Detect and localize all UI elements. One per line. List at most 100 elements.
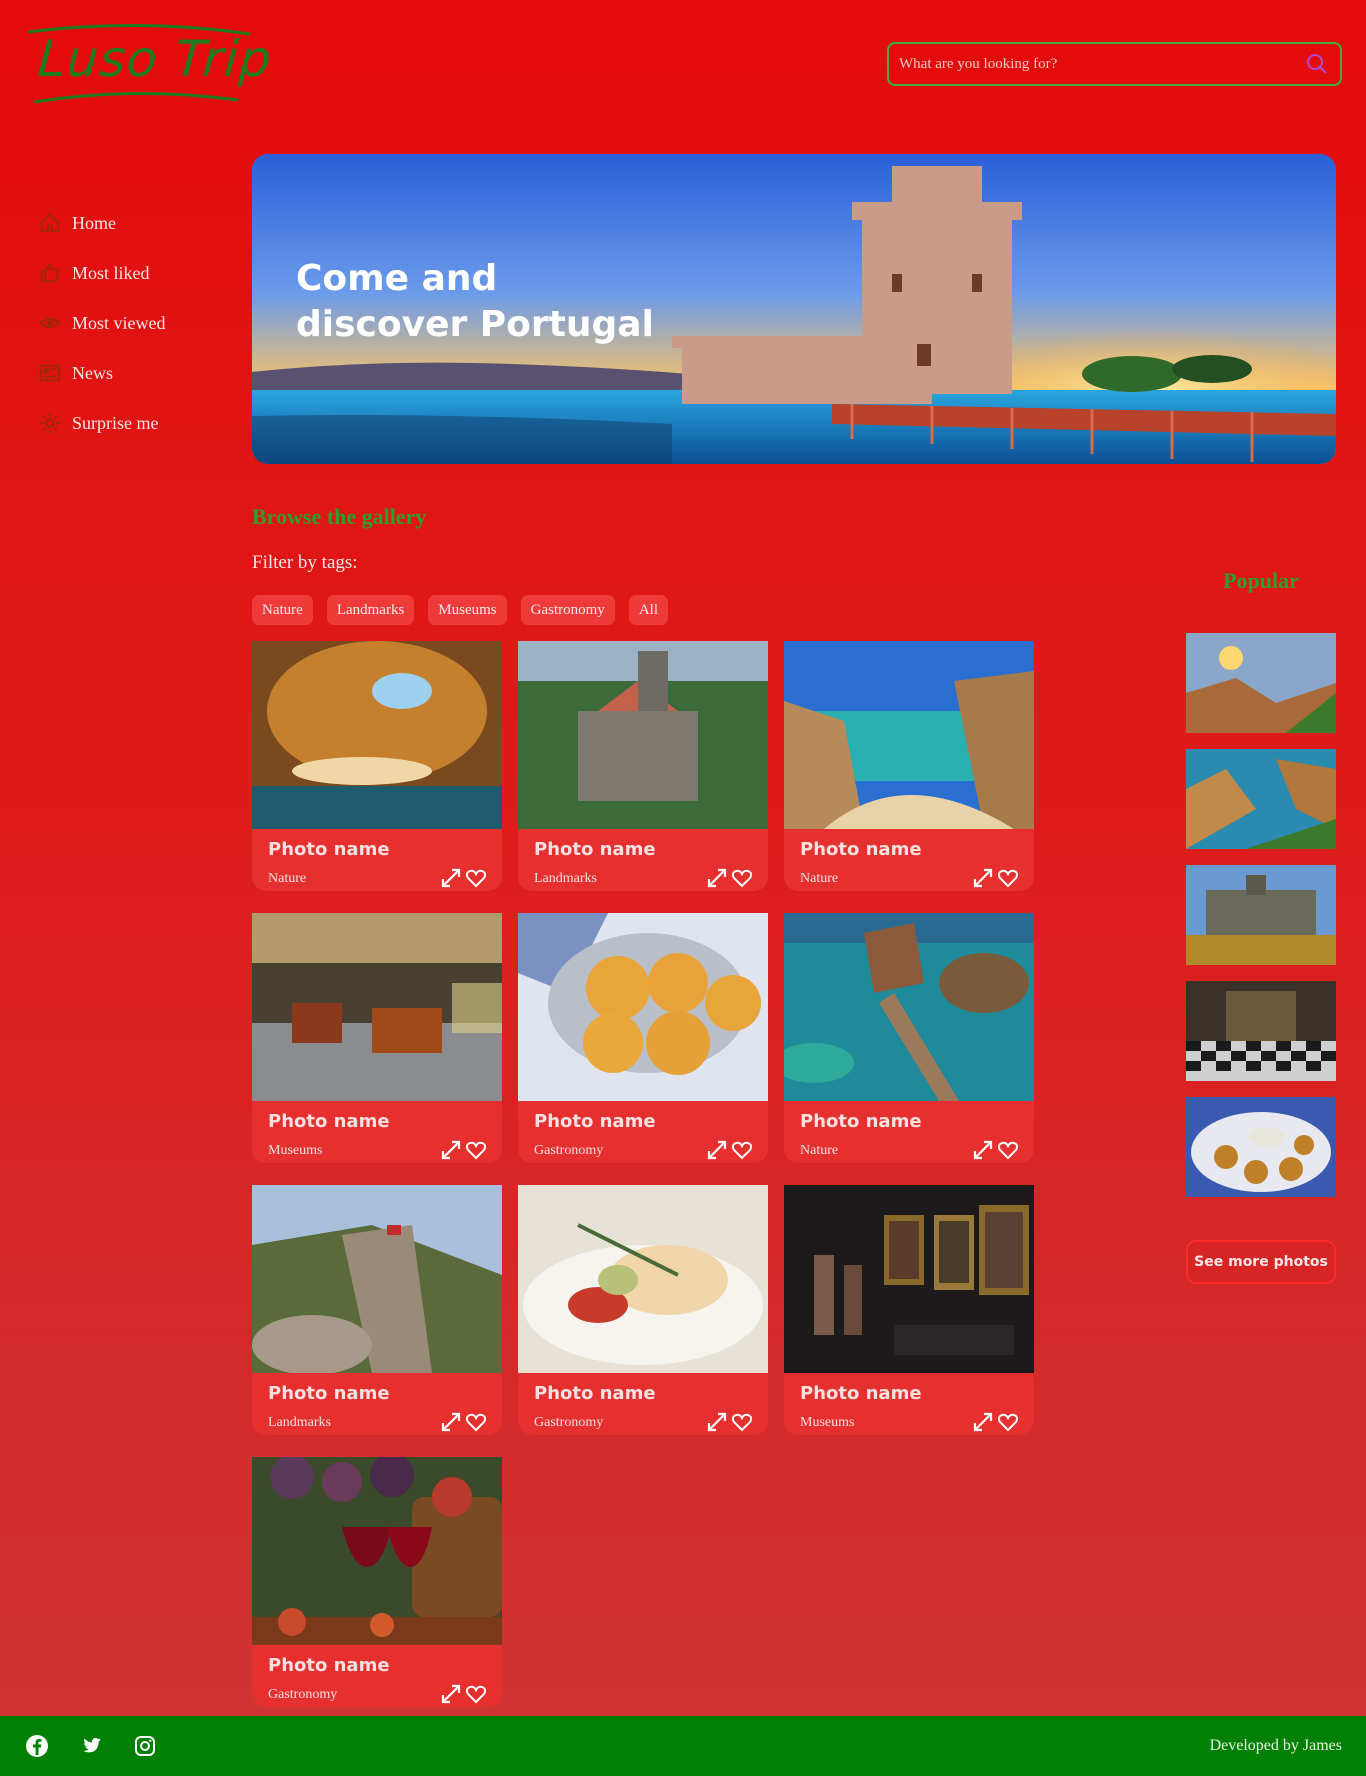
see-more-photos-button[interactable]: See more photos (1186, 1240, 1336, 1284)
logo[interactable]: Luso Trip (24, 20, 274, 110)
expand-icon[interactable] (972, 1411, 994, 1433)
logo-text: Luso Trip (35, 30, 274, 88)
nav-item-surprise-me[interactable]: Surprise me (38, 398, 166, 448)
heart-icon[interactable] (997, 1411, 1019, 1433)
heart-icon[interactable] (465, 1411, 487, 1433)
gallery-title: Browse the gallery (252, 504, 427, 529)
search-icon[interactable] (1304, 51, 1330, 77)
expand-icon[interactable] (706, 1139, 728, 1161)
heart-icon[interactable] (465, 1683, 487, 1705)
photo-card[interactable]: Photo name Gastronomy (518, 1185, 768, 1435)
photo-thumbnail[interactable] (784, 641, 1034, 829)
photo-thumbnail[interactable] (252, 1185, 502, 1373)
photo-card[interactable]: Photo name Gastronomy (518, 913, 768, 1163)
popular-photo[interactable] (1186, 749, 1336, 849)
photo-name: Photo name (534, 1383, 656, 1404)
nav-item-news[interactable]: News (38, 348, 166, 398)
developer-credit: Developed by James (1209, 1737, 1342, 1754)
eye-icon (38, 311, 62, 335)
photo-thumbnail[interactable] (252, 913, 502, 1101)
photo-thumbnail[interactable] (784, 913, 1034, 1101)
expand-icon[interactable] (706, 867, 728, 889)
photo-thumbnail[interactable] (252, 641, 502, 829)
photo-card[interactable]: Photo name Landmarks (252, 1185, 502, 1435)
heart-icon[interactable] (465, 867, 487, 889)
search-bar (887, 42, 1342, 86)
twitter-icon[interactable] (78, 1733, 104, 1759)
expand-icon[interactable] (972, 1139, 994, 1161)
tag-all[interactable]: All (628, 595, 668, 625)
photo-thumbnail[interactable] (252, 1457, 502, 1645)
search-input[interactable] (899, 55, 1304, 73)
heart-icon[interactable] (997, 867, 1019, 889)
expand-icon[interactable] (440, 867, 462, 889)
photo-tag: Nature (800, 871, 839, 886)
newspaper-icon (38, 361, 62, 385)
photo-name: Photo name (534, 839, 656, 860)
photo-tag: Nature (800, 1143, 839, 1158)
heart-icon[interactable] (731, 1411, 753, 1433)
photo-name: Photo name (268, 1111, 390, 1132)
nav-item-label: News (72, 362, 113, 383)
photo-tag: Gastronomy (268, 1687, 338, 1702)
nav-item-home[interactable]: Home (38, 198, 166, 248)
photo-thumbnail[interactable] (784, 1185, 1034, 1373)
thumbs-up-icon (38, 261, 62, 285)
expand-icon[interactable] (972, 867, 994, 889)
hero-title: Come and discover Portugal (296, 258, 654, 345)
popular-title: Popular (1223, 568, 1299, 593)
heart-icon[interactable] (465, 1139, 487, 1161)
photo-card[interactable]: Photo name Gastronomy (252, 1457, 502, 1707)
nav-item-label: Most liked (72, 262, 150, 283)
nav-item-label: Surprise me (72, 412, 159, 433)
expand-icon[interactable] (440, 1411, 462, 1433)
popular-photo[interactable] (1186, 981, 1336, 1081)
tag-museums[interactable]: Museums (428, 595, 507, 625)
photo-name: Photo name (800, 1111, 922, 1132)
home-icon (38, 211, 62, 235)
popular-photo[interactable] (1186, 1097, 1336, 1197)
expand-icon[interactable] (440, 1683, 462, 1705)
photo-name: Photo name (268, 839, 390, 860)
photo-card[interactable]: Photo name Museums (784, 1185, 1034, 1435)
sun-icon (38, 411, 62, 435)
photo-tag: Museums (268, 1143, 323, 1158)
tag-nature[interactable]: Nature (252, 595, 313, 625)
photo-tag: Nature (268, 871, 307, 886)
heart-icon[interactable] (731, 1139, 753, 1161)
footer: Developed by James (0, 1716, 1366, 1776)
heart-icon[interactable] (997, 1139, 1019, 1161)
photo-tag: Gastronomy (534, 1415, 604, 1430)
popular-list (1186, 633, 1336, 1213)
instagram-icon[interactable] (132, 1733, 158, 1759)
popular-photo[interactable] (1186, 865, 1336, 965)
photo-name: Photo name (534, 1111, 656, 1132)
nav-item-most-viewed[interactable]: Most viewed (38, 298, 166, 348)
nav-item-label: Most viewed (72, 312, 166, 333)
popular-photo[interactable] (1186, 633, 1336, 733)
tag-filter-bar: Nature Landmarks Museums Gastronomy All (252, 595, 682, 625)
photo-tag: Landmarks (268, 1415, 331, 1430)
photo-card[interactable]: Photo name Nature (784, 913, 1034, 1163)
tag-gastronomy[interactable]: Gastronomy (520, 595, 615, 625)
photo-card[interactable]: Photo name Nature (784, 641, 1034, 891)
facebook-icon[interactable] (24, 1733, 50, 1759)
photo-card[interactable]: Photo name Museums (252, 913, 502, 1163)
expand-icon[interactable] (440, 1139, 462, 1161)
expand-icon[interactable] (706, 1411, 728, 1433)
tag-landmarks[interactable]: Landmarks (326, 595, 415, 625)
photo-thumbnail[interactable] (518, 913, 768, 1101)
photo-thumbnail[interactable] (518, 1185, 768, 1373)
photo-name: Photo name (800, 1383, 922, 1404)
photo-thumbnail[interactable] (518, 641, 768, 829)
nav-item-label: Home (72, 212, 116, 233)
social-links (24, 1733, 186, 1759)
filter-label: Filter by tags: (252, 552, 358, 573)
photo-tag: Museums (800, 1415, 855, 1430)
nav-item-most-liked[interactable]: Most liked (38, 248, 166, 298)
photo-card[interactable]: Photo name Landmarks (518, 641, 768, 891)
sidebar-nav: Home Most liked Most viewed News Surpris… (38, 198, 166, 448)
photo-card[interactable]: Photo name Nature (252, 641, 502, 891)
photo-tag: Gastronomy (534, 1143, 604, 1158)
heart-icon[interactable] (731, 867, 753, 889)
